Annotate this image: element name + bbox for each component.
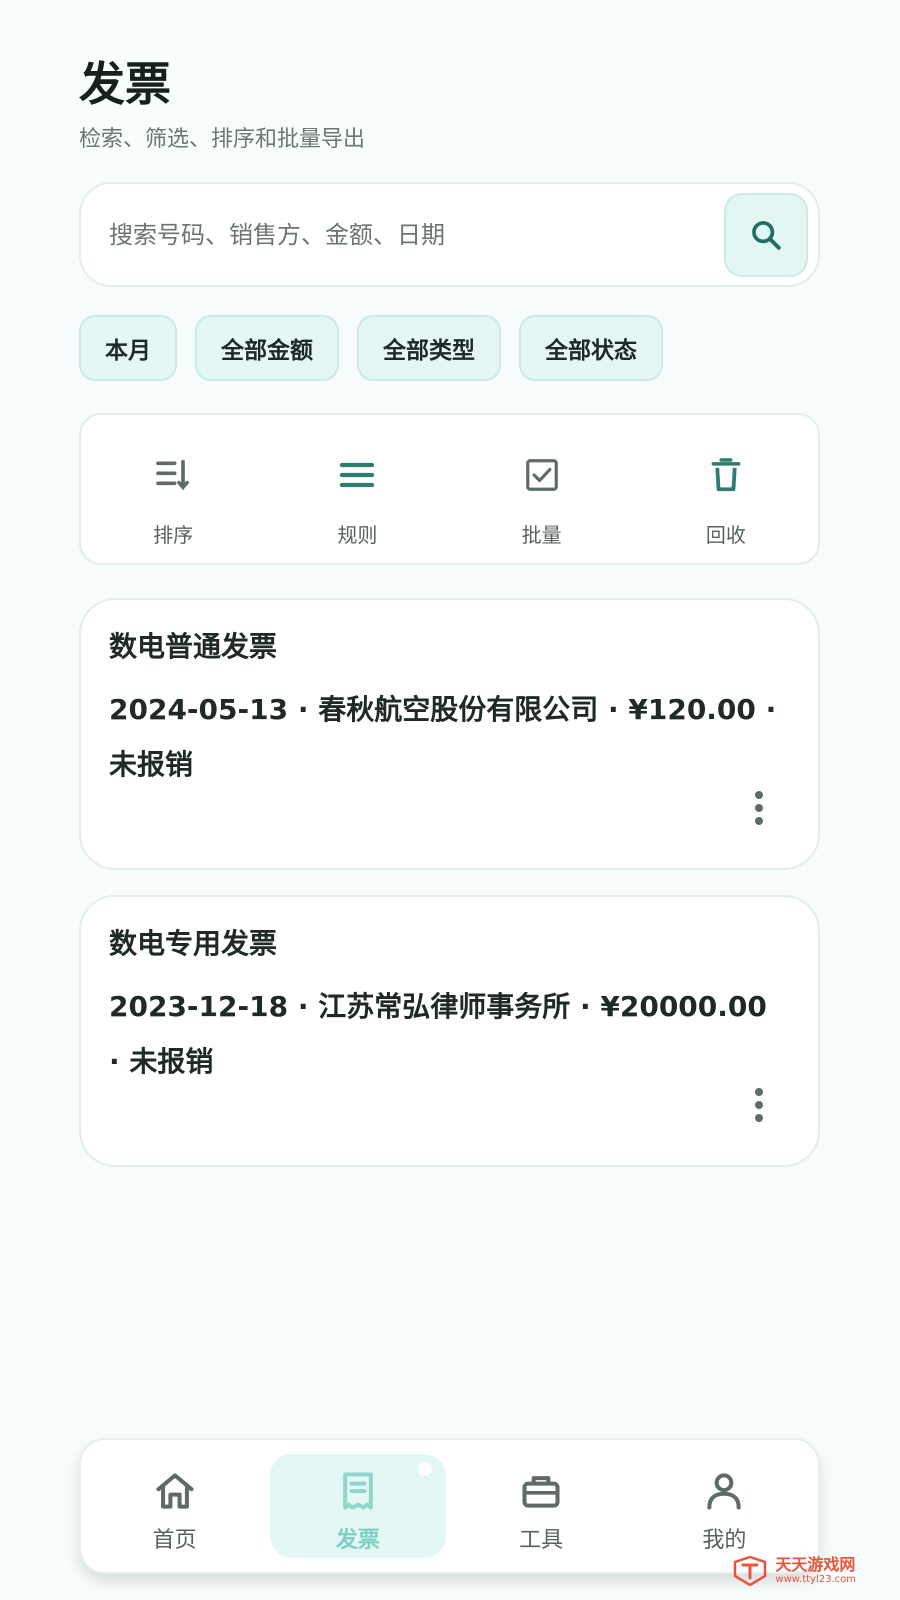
watermark: 天天游戏网 www.ttyl23.com xyxy=(733,1556,856,1586)
filter-chip-status[interactable]: 全部状态 xyxy=(519,315,663,381)
invoice-type: 数电专用发票 xyxy=(109,927,278,960)
bottom-nav: 首页 发票 工具 我的 xyxy=(79,1438,820,1574)
user-icon xyxy=(707,1473,742,1510)
search-icon xyxy=(752,220,781,250)
nav-tools[interactable]: 工具 xyxy=(454,1454,629,1558)
recycle-label: 回收 xyxy=(705,523,746,547)
nav-home[interactable]: 首页 xyxy=(87,1454,262,1558)
menu-lines-icon xyxy=(340,462,375,488)
rules-label: 规则 xyxy=(337,523,378,547)
invoice-type: 数电普通发票 xyxy=(109,630,278,663)
invoice-card[interactable]: 数电普通发票 2024-05-13 · 春秋航空股份有限公司 · ¥120.00… xyxy=(79,598,820,870)
filter-chip-amount[interactable]: 全部金额 xyxy=(195,315,339,381)
nav-profile[interactable]: 我的 xyxy=(637,1454,812,1558)
search-input[interactable] xyxy=(81,184,724,285)
home-icon xyxy=(156,1473,194,1509)
page-title: 发票 xyxy=(79,57,171,111)
trash-icon xyxy=(711,458,741,492)
more-vertical-icon xyxy=(755,791,763,825)
nav-invoices-label: 发票 xyxy=(335,1528,380,1553)
page-subtitle: 检索、筛选、排序和批量导出 xyxy=(79,127,366,152)
nav-tools-label: 工具 xyxy=(519,1528,564,1553)
watermark-logo-icon xyxy=(734,1556,767,1586)
filter-chip-type[interactable]: 全部类型 xyxy=(357,315,501,381)
nav-home-label: 首页 xyxy=(152,1528,197,1553)
more-vertical-icon xyxy=(755,1088,763,1122)
sort-button[interactable]: 排序 xyxy=(81,415,265,563)
filter-chips: 本月 全部金额 全部类型 全部状态 xyxy=(79,315,663,381)
search-bar xyxy=(79,182,820,287)
action-toolbar: 排序 规则 批量 回收 xyxy=(79,413,820,565)
rules-button[interactable]: 规则 xyxy=(265,415,449,563)
nav-invoices[interactable]: 发票 xyxy=(270,1454,446,1558)
filter-chip-month[interactable]: 本月 xyxy=(79,315,177,381)
active-indicator xyxy=(417,1462,432,1476)
watermark-url: www.ttyl23.com xyxy=(775,1574,856,1585)
checkbox-icon xyxy=(525,459,558,491)
recycle-button[interactable]: 回收 xyxy=(634,415,818,563)
toolbox-icon xyxy=(522,1476,560,1508)
watermark-name: 天天游戏网 xyxy=(775,1555,856,1574)
more-options-button[interactable] xyxy=(744,788,774,828)
more-options-button[interactable] xyxy=(744,1085,774,1125)
invoice-meta: 2023-12-18 · 江苏常弘律师事务所 · ¥20000.00 · 未报销 xyxy=(109,990,767,1078)
nav-profile-label: 我的 xyxy=(702,1528,747,1553)
sort-icon xyxy=(156,459,189,491)
search-button[interactable] xyxy=(724,192,808,277)
batch-button[interactable]: 批量 xyxy=(450,415,634,563)
invoice-meta: 2024-05-13 · 春秋航空股份有限公司 · ¥120.00 · 未报销 xyxy=(109,693,777,781)
invoice-card[interactable]: 数电专用发票 2023-12-18 · 江苏常弘律师事务所 · ¥20000.0… xyxy=(79,895,820,1167)
receipt-icon xyxy=(343,1472,373,1510)
sort-label: 排序 xyxy=(153,523,194,547)
batch-label: 批量 xyxy=(521,523,562,547)
